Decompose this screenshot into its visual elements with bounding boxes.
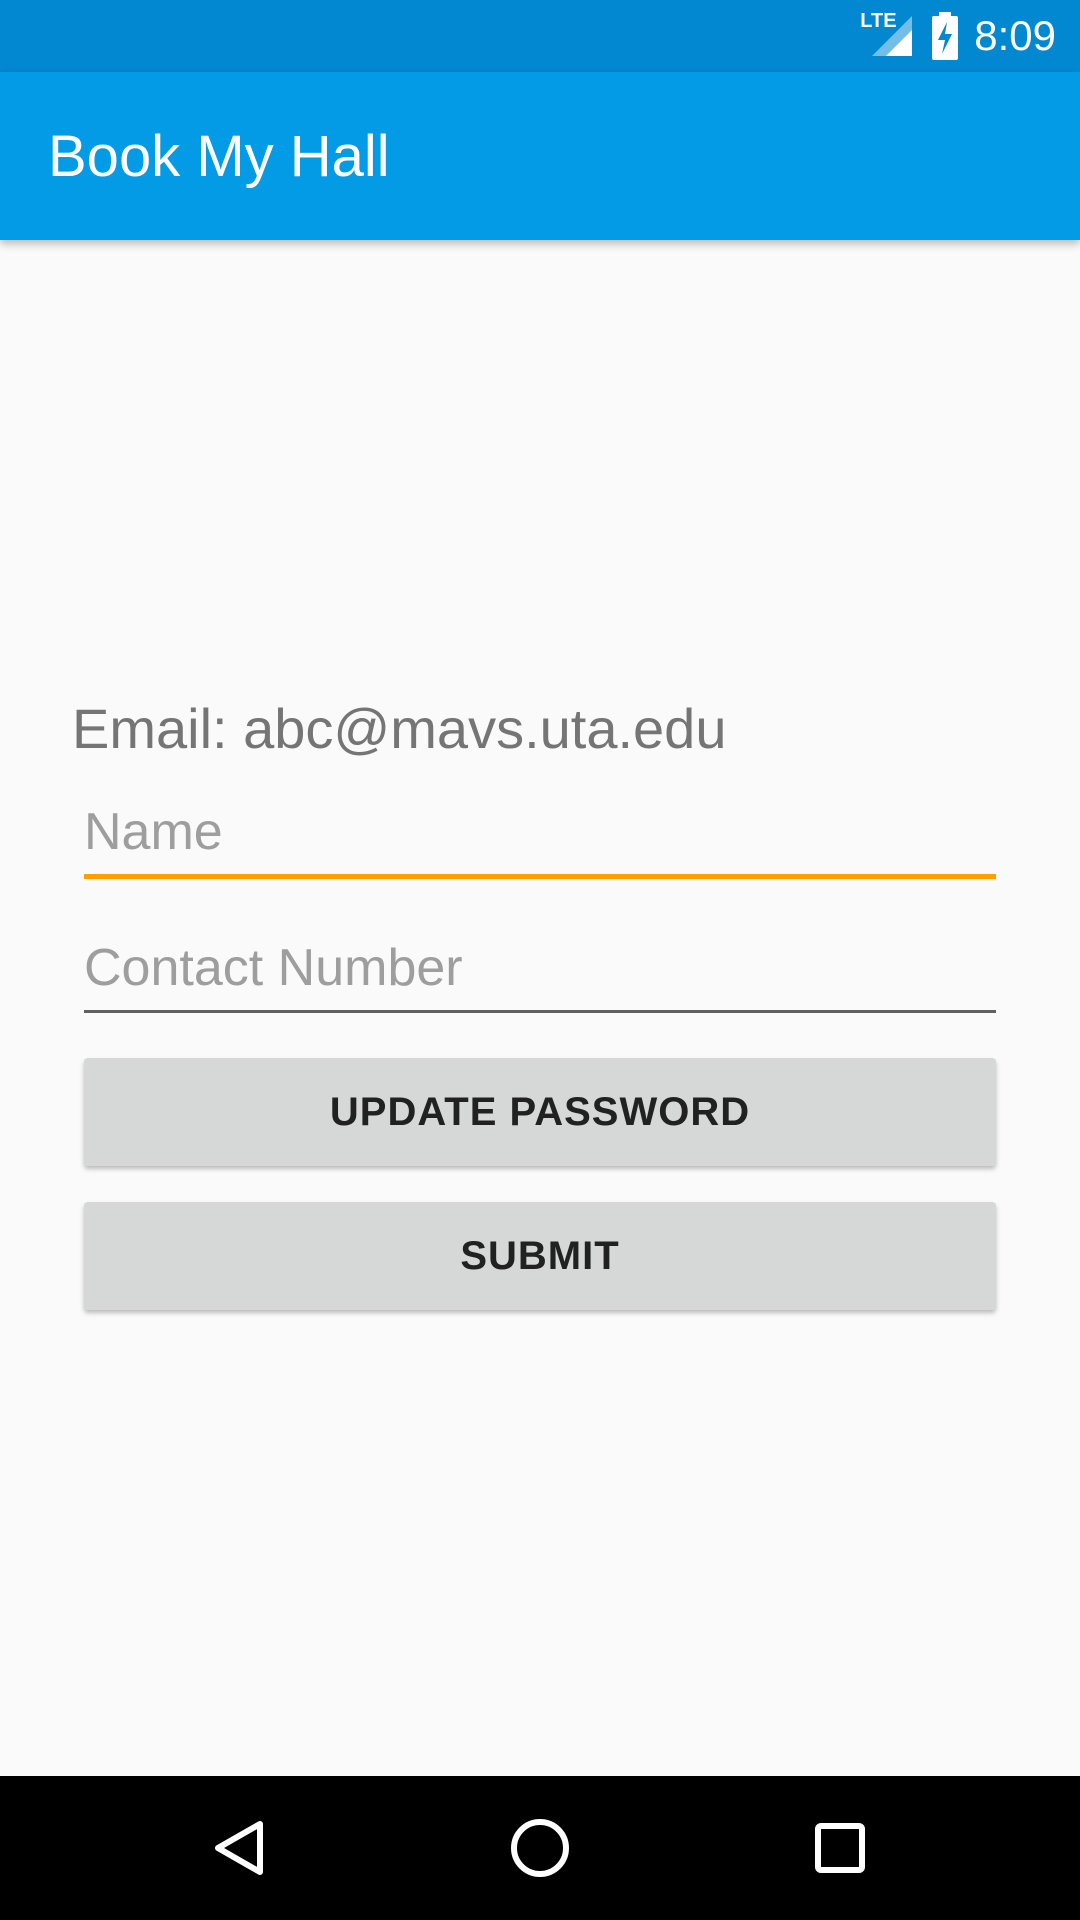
- network-type-label: LTE: [860, 10, 897, 32]
- email-text: Email: abc@mavs.uta.edu: [72, 697, 727, 760]
- back-button[interactable]: [168, 1776, 312, 1920]
- update-password-button[interactable]: UPDATE PASSWORD: [84, 1058, 996, 1166]
- name-field[interactable]: [84, 802, 996, 879]
- app-bar: Book My Hall: [0, 72, 1080, 240]
- back-icon: [215, 1821, 263, 1875]
- status-bar: LTE 8:09: [0, 0, 1080, 72]
- contact-underline: [84, 1010, 996, 1013]
- submit-button[interactable]: SUBMIT: [84, 1202, 996, 1310]
- navigation-bar: [0, 1776, 1080, 1920]
- status-icons: LTE 8:09: [860, 0, 1056, 72]
- contact-number-field[interactable]: [84, 938, 996, 1013]
- home-button[interactable]: [468, 1776, 612, 1920]
- home-icon: [511, 1819, 569, 1877]
- recents-icon: [815, 1823, 865, 1873]
- contact-number-input[interactable]: [84, 938, 996, 1010]
- status-time: 8:09: [974, 12, 1056, 59]
- app-title: Book My Hall: [48, 123, 390, 189]
- battery-charging-icon: [930, 12, 960, 60]
- lte-signal-icon: LTE: [860, 10, 916, 60]
- name-input[interactable]: [84, 802, 996, 874]
- recents-button[interactable]: [768, 1776, 912, 1920]
- name-underline: [84, 874, 996, 879]
